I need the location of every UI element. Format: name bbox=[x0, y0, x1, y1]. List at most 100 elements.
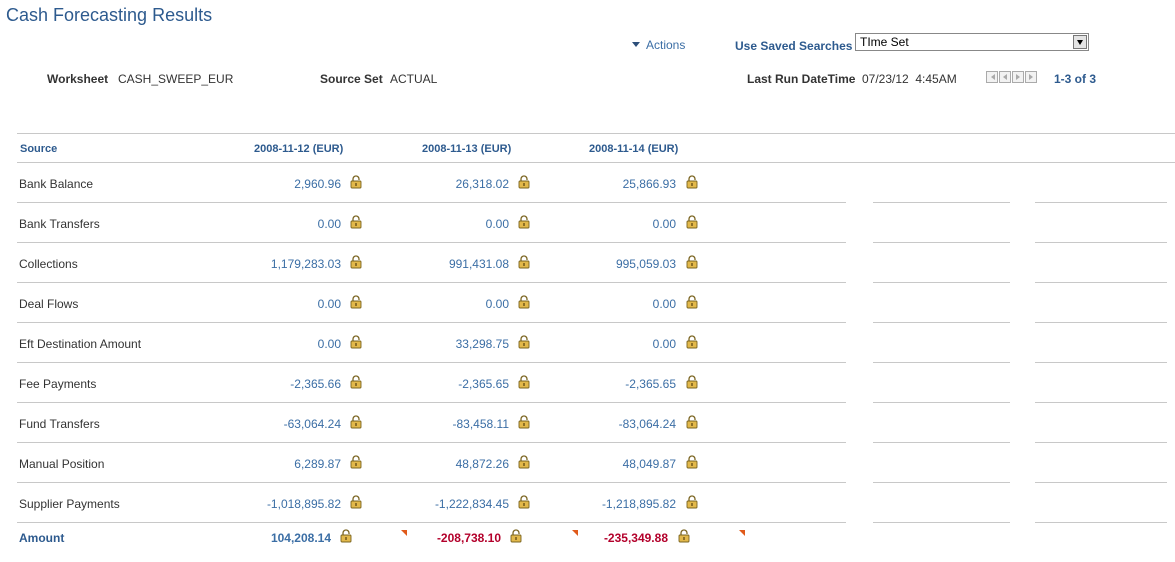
column-divider-line bbox=[1035, 402, 1167, 403]
saved-searches-select[interactable]: TIme Set bbox=[855, 33, 1089, 51]
cell-value[interactable]: 991,431.08 bbox=[379, 257, 509, 271]
header-date-2[interactable]: 2008-11-13 (EUR) bbox=[422, 143, 511, 155]
dropdown-arrow-icon[interactable] bbox=[1073, 35, 1087, 49]
cell-value[interactable]: 0.00 bbox=[546, 297, 676, 311]
cell-value[interactable]: -1,218,895.82 bbox=[546, 497, 676, 511]
lock-icon[interactable] bbox=[349, 455, 363, 469]
cell-value[interactable]: 0.00 bbox=[211, 217, 341, 231]
lock-icon[interactable] bbox=[685, 455, 699, 469]
worksheet-label: Worksheet bbox=[47, 72, 109, 86]
cell-value[interactable]: -1,222,834.45 bbox=[379, 497, 509, 511]
lock-icon[interactable] bbox=[349, 175, 363, 189]
table-row: Supplier Payments -1,018,895.82 -1,222,834… bbox=[17, 483, 846, 523]
table-row: Deal Flows 0.00 0.00 0.00 bbox=[17, 283, 846, 323]
table-row: Collections 1,179,283.03 991,431.08 995,059… bbox=[17, 243, 846, 283]
source-set-label: Source Set bbox=[320, 72, 383, 86]
cell-value[interactable]: 48,872.26 bbox=[379, 457, 509, 471]
cell-value[interactable]: -2,365.65 bbox=[546, 377, 676, 391]
row-source-label: Bank Balance bbox=[19, 177, 94, 191]
lock-icon[interactable] bbox=[349, 335, 363, 349]
column-divider-line bbox=[1035, 322, 1167, 323]
cell-value[interactable]: 25,866.93 bbox=[546, 177, 676, 191]
header-date-3[interactable]: 2008-11-14 (EUR) bbox=[589, 143, 678, 155]
lock-icon[interactable] bbox=[517, 335, 531, 349]
lock-icon[interactable] bbox=[685, 375, 699, 389]
cell-value[interactable]: 0.00 bbox=[379, 217, 509, 231]
lock-icon[interactable] bbox=[685, 415, 699, 429]
flag-marker bbox=[739, 530, 745, 536]
cell-value[interactable]: 6,289.87 bbox=[211, 457, 341, 471]
cell-value[interactable]: -1,018,895.82 bbox=[211, 497, 341, 511]
worksheet-value: CASH_SWEEP_EUR bbox=[118, 72, 234, 86]
cell-value[interactable]: 2,960.96 bbox=[211, 177, 341, 191]
last-page-icon[interactable] bbox=[1025, 71, 1037, 83]
lock-icon[interactable] bbox=[349, 495, 363, 509]
last-run-value: 07/23/12 4:45AM bbox=[862, 72, 957, 86]
cell-value[interactable]: 0.00 bbox=[546, 217, 676, 231]
row-source-label: Fee Payments bbox=[19, 377, 97, 391]
lock-icon[interactable] bbox=[349, 295, 363, 309]
cell-value[interactable]: -63,064.24 bbox=[211, 417, 341, 431]
lock-icon[interactable] bbox=[685, 495, 699, 509]
total-value-1: 104,208.14 bbox=[270, 531, 331, 545]
column-divider-line bbox=[1035, 482, 1167, 483]
dropdown-triangle-icon bbox=[632, 42, 640, 47]
lock-icon[interactable] bbox=[517, 415, 531, 429]
saved-searches-value: TIme Set bbox=[860, 35, 909, 49]
row-source-label: Bank Transfers bbox=[19, 217, 100, 231]
first-page-icon[interactable] bbox=[986, 71, 998, 83]
lock-icon[interactable] bbox=[517, 255, 531, 269]
lock-icon[interactable] bbox=[677, 529, 691, 543]
lock-icon[interactable] bbox=[685, 335, 699, 349]
previous-page-icon[interactable] bbox=[999, 71, 1011, 83]
cell-value[interactable]: -2,365.65 bbox=[379, 377, 509, 391]
grid-header: Source 2008-11-12 (EUR) 2008-11-13 (EUR)… bbox=[17, 135, 1175, 163]
cell-value[interactable]: 0.00 bbox=[211, 337, 341, 351]
lock-icon[interactable] bbox=[517, 455, 531, 469]
cell-value[interactable]: 0.00 bbox=[379, 297, 509, 311]
lock-icon[interactable] bbox=[339, 529, 353, 543]
lock-icon[interactable] bbox=[509, 529, 523, 543]
column-divider-line bbox=[873, 282, 1010, 283]
lock-icon[interactable] bbox=[349, 415, 363, 429]
lock-icon[interactable] bbox=[517, 375, 531, 389]
cell-value[interactable]: 48,049.87 bbox=[546, 457, 676, 471]
lock-icon[interactable] bbox=[349, 375, 363, 389]
total-label[interactable]: Amount bbox=[19, 531, 64, 545]
lock-icon[interactable] bbox=[517, 175, 531, 189]
cell-value[interactable]: 995,059.03 bbox=[546, 257, 676, 271]
cell-value[interactable]: 0.00 bbox=[211, 297, 341, 311]
header-date-1[interactable]: 2008-11-12 (EUR) bbox=[254, 143, 343, 155]
cell-value[interactable]: 33,298.75 bbox=[379, 337, 509, 351]
cell-value[interactable]: -83,064.24 bbox=[546, 417, 676, 431]
cell-value[interactable]: -83,458.11 bbox=[379, 417, 510, 431]
total-row: Amount 104,208.14 -208,738.10 -235,349.8… bbox=[17, 522, 846, 554]
lock-icon[interactable] bbox=[685, 255, 699, 269]
column-divider-line bbox=[1035, 202, 1167, 203]
cell-value[interactable]: -2,365.66 bbox=[211, 377, 341, 391]
table-row: Fee Payments -2,365.66 -2,365.65 -2,365.65 bbox=[17, 363, 846, 403]
lock-icon[interactable] bbox=[685, 175, 699, 189]
lock-icon[interactable] bbox=[517, 295, 531, 309]
lock-icon[interactable] bbox=[685, 215, 699, 229]
column-divider-line bbox=[873, 442, 1010, 443]
lock-icon[interactable] bbox=[517, 495, 531, 509]
lock-icon[interactable] bbox=[517, 215, 531, 229]
table-row: Fund Transfers -63,064.24 -83,458.11 -83,06… bbox=[17, 403, 846, 443]
actions-menu[interactable]: Actions bbox=[632, 38, 685, 52]
row-source-label: Eft Destination Amount bbox=[19, 337, 142, 351]
cell-value[interactable]: 1,179,283.03 bbox=[211, 257, 341, 271]
source-set-value: ACTUAL bbox=[390, 72, 438, 86]
lock-icon[interactable] bbox=[685, 295, 699, 309]
column-divider-line bbox=[873, 482, 1010, 483]
pager-buttons bbox=[986, 71, 1037, 84]
row-source-label: Deal Flows bbox=[19, 297, 79, 311]
cell-value[interactable]: 0.00 bbox=[546, 337, 676, 351]
cell-value[interactable]: 26,318.02 bbox=[379, 177, 509, 191]
column-divider-line bbox=[873, 202, 1010, 203]
lock-icon[interactable] bbox=[349, 255, 363, 269]
header-source[interactable]: Source bbox=[20, 143, 57, 155]
lock-icon[interactable] bbox=[349, 215, 363, 229]
table-row: Bank Balance 2,960.96 26,318.02 25,866.93 bbox=[17, 163, 846, 203]
next-page-icon[interactable] bbox=[1012, 71, 1024, 83]
